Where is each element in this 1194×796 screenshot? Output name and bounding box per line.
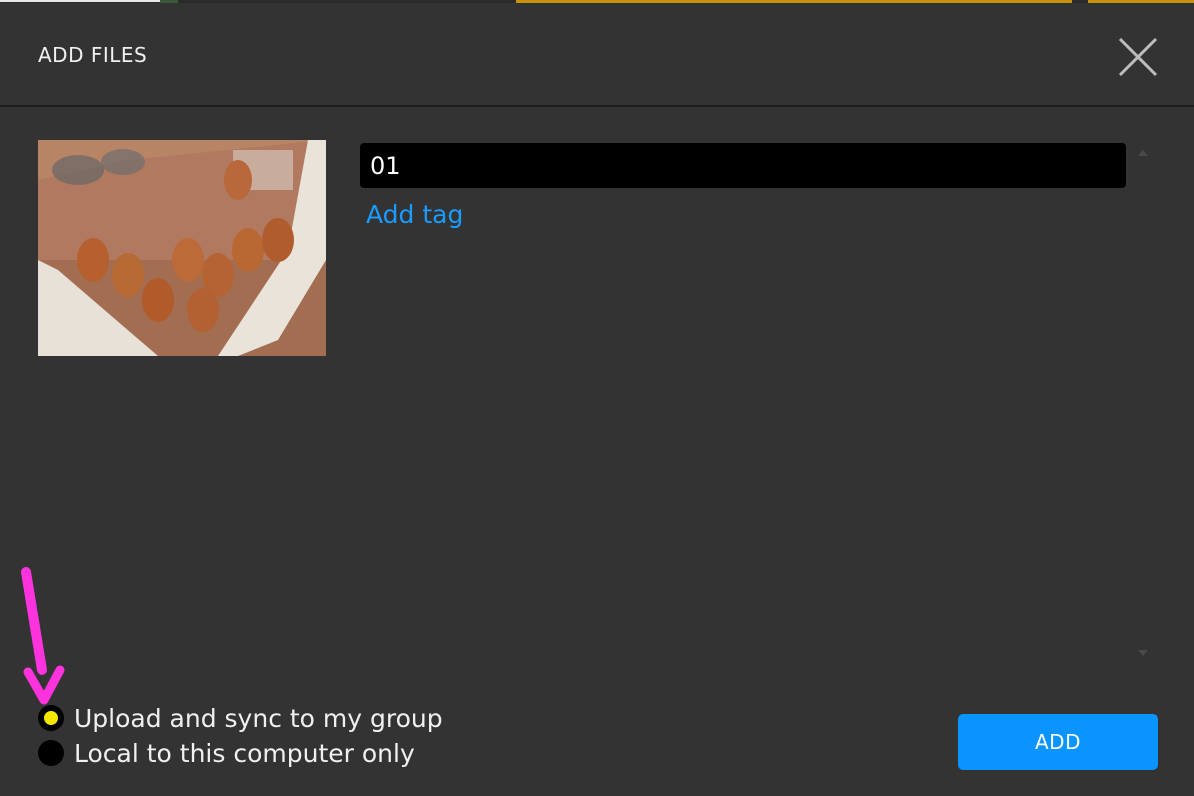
close-icon: [1118, 37, 1158, 77]
close-button[interactable]: [1114, 33, 1162, 81]
annotation-arrow: [21, 567, 65, 705]
dialog-header: ADD FILES: [0, 3, 1194, 106]
scroll-up-arrow[interactable]: [1138, 150, 1148, 156]
header-divider: [0, 105, 1194, 107]
radio-local-only[interactable]: Local to this computer only: [38, 738, 415, 768]
radio-upload-sync[interactable]: Upload and sync to my group: [38, 703, 443, 733]
file-name-input[interactable]: [360, 143, 1126, 188]
add-tag-link[interactable]: Add tag: [366, 200, 463, 229]
radio-label-upload-sync: Upload and sync to my group: [74, 703, 443, 733]
file-thumbnail: [38, 140, 326, 356]
dialog-title: ADD FILES: [38, 43, 148, 67]
radio-label-local-only: Local to this computer only: [74, 738, 415, 768]
add-button[interactable]: ADD: [958, 714, 1158, 770]
radio-button-selected[interactable]: [38, 705, 64, 731]
scroll-down-arrow[interactable]: [1138, 650, 1148, 656]
radio-button-unselected[interactable]: [38, 740, 64, 766]
add-files-dialog: ADD FILES 01 Add tag Upload and sync to …: [0, 0, 1194, 796]
radio-selected-dot: [44, 711, 58, 725]
photo-thumbnail: [38, 140, 326, 356]
